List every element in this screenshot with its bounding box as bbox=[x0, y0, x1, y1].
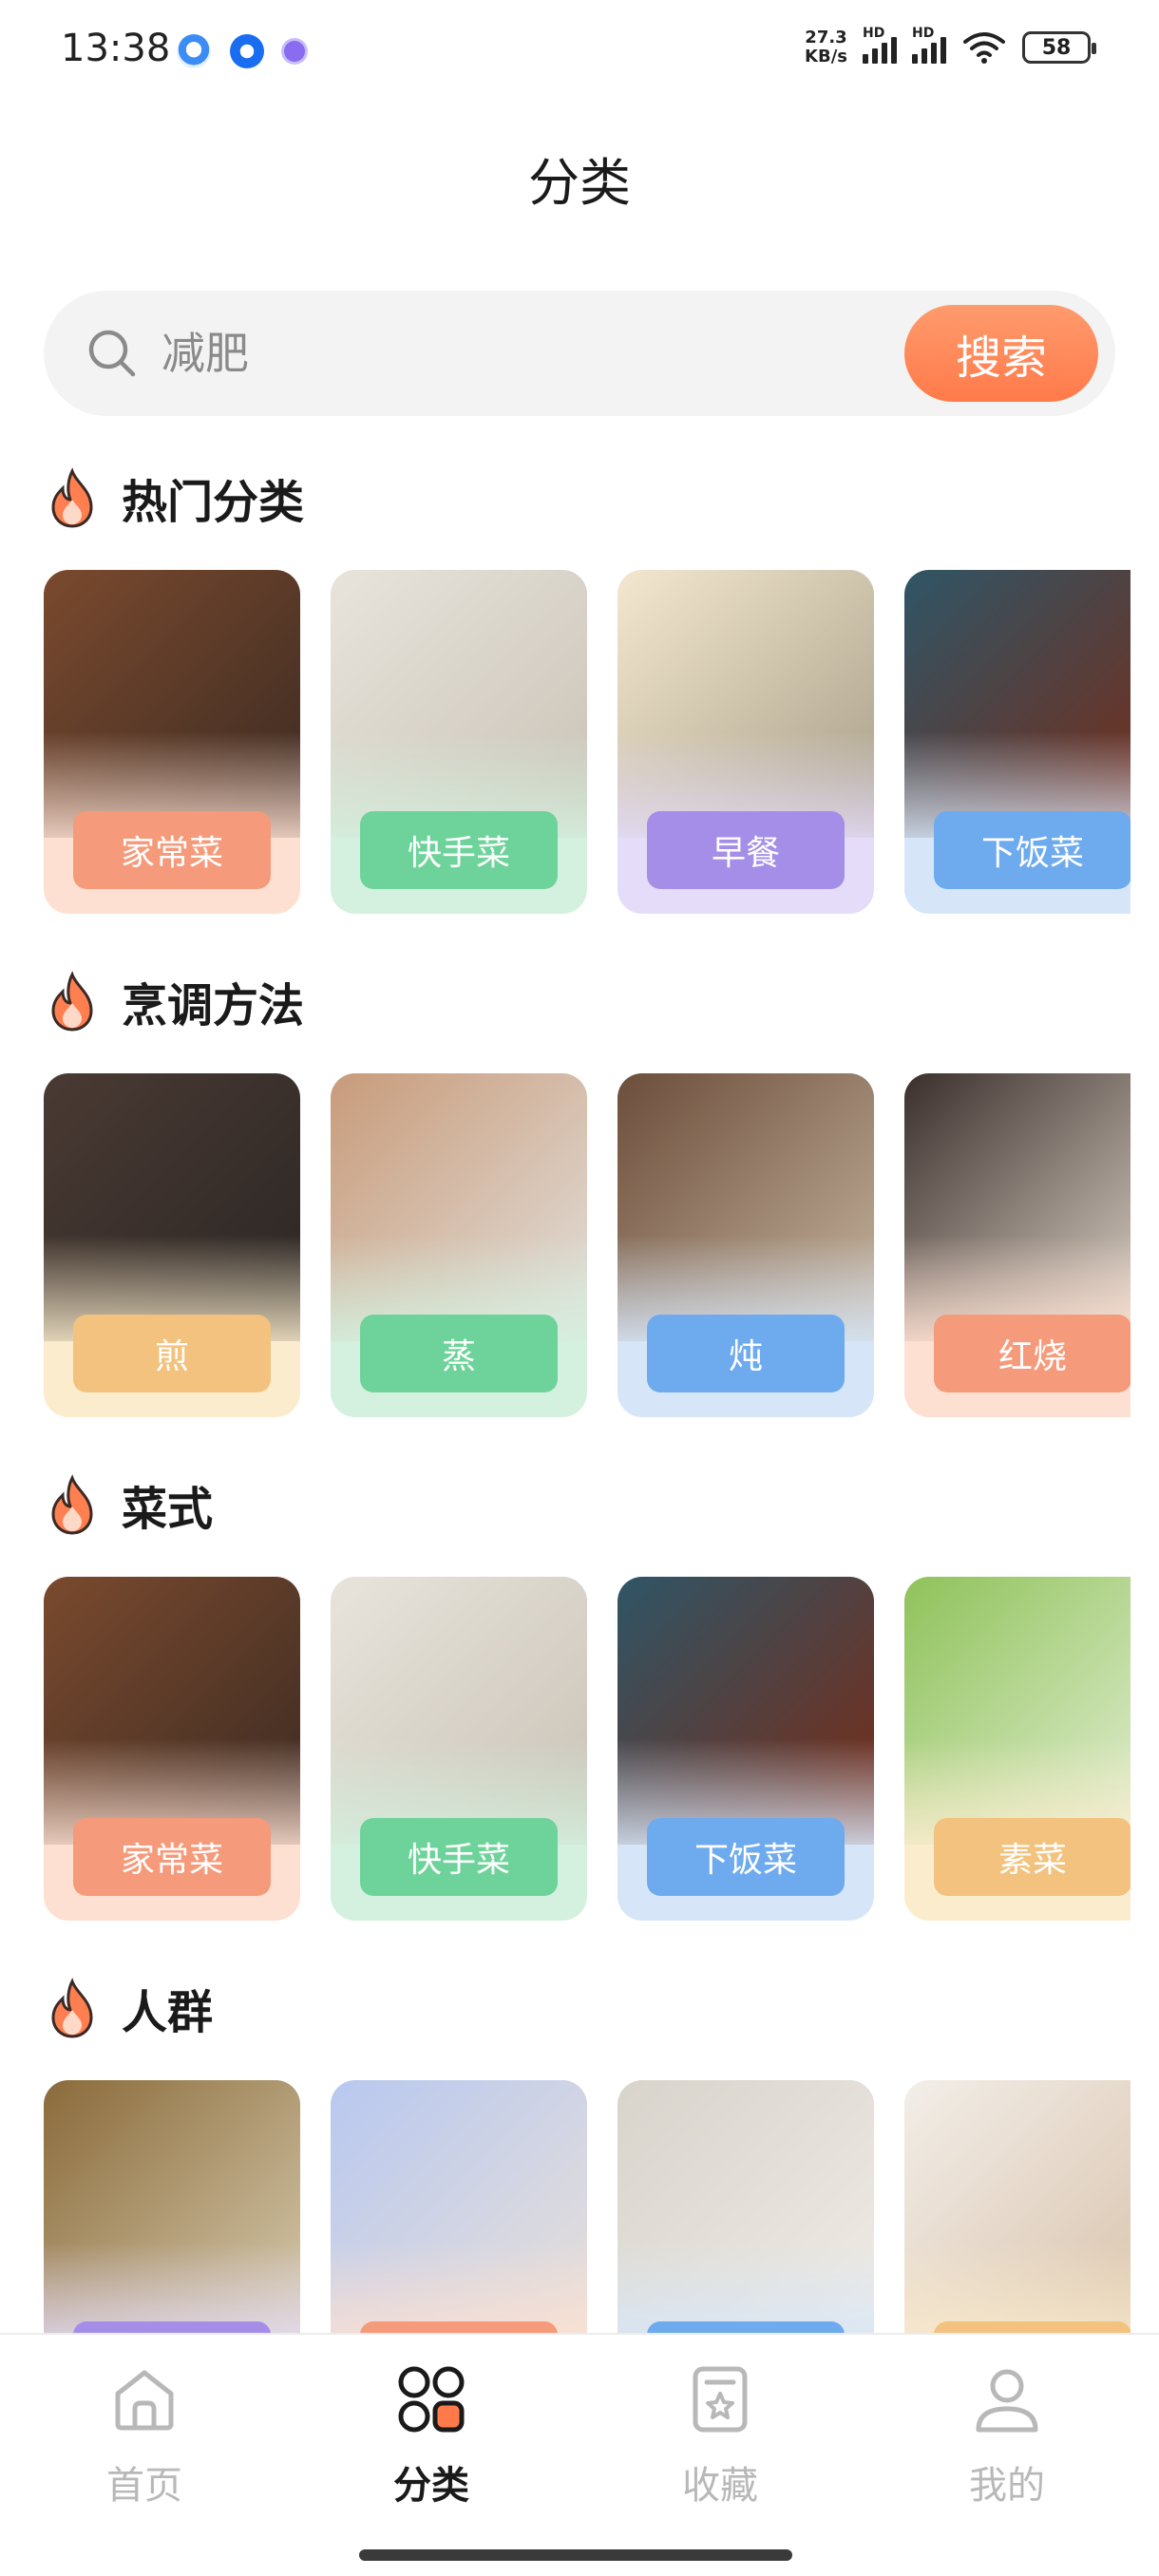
bottom-nav: 首页 分类 收藏 我的 bbox=[0, 2333, 1159, 2576]
fire-icon bbox=[51, 467, 93, 528]
browser-app-icon bbox=[230, 34, 264, 68]
card-label: 素菜 bbox=[934, 1818, 1130, 1896]
network-speed-value: 27.3 bbox=[805, 28, 847, 47]
category-card[interactable]: 炖 bbox=[618, 1073, 874, 1417]
category-card[interactable]: 素菜 bbox=[904, 1577, 1130, 1921]
home-indicator bbox=[359, 2549, 792, 2561]
card-row-dish-style: 家常菜 快手菜 下饭菜 素菜 bbox=[44, 1577, 1130, 1921]
card-row-cooking: 煎 蒸 炖 红烧 bbox=[44, 1073, 1130, 1417]
nav-profile[interactable]: 我的 bbox=[912, 2361, 1102, 2523]
fire-icon bbox=[51, 1978, 93, 2038]
category-card[interactable]: 下饭菜 bbox=[904, 570, 1130, 914]
card-label: 下饭菜 bbox=[934, 811, 1130, 889]
section-title: 烹调方法 bbox=[122, 979, 305, 1032]
message-app-icon bbox=[281, 38, 308, 65]
card-label: 快手菜 bbox=[360, 811, 558, 889]
signal-1-icon: HD bbox=[863, 26, 897, 64]
nav-category[interactable]: 分类 bbox=[336, 2361, 526, 2523]
section-title: 人群 bbox=[122, 1986, 214, 2039]
section-header-dish-style: 菜式 bbox=[44, 1467, 213, 1543]
category-card[interactable]: 快手菜 bbox=[331, 570, 587, 914]
status-indicators: 27.3 KB/s HD HD 58 bbox=[805, 26, 1096, 66]
section-header-people: 人群 bbox=[44, 1970, 213, 2046]
category-card[interactable]: 下饭菜 bbox=[618, 1577, 874, 1921]
favorites-icon bbox=[693, 2366, 748, 2433]
nav-favorites[interactable]: 收藏 bbox=[625, 2361, 815, 2523]
card-row-hot: 家常菜 快手菜 早餐 下饭菜 bbox=[44, 570, 1130, 914]
battery-indicator: 58 bbox=[1022, 31, 1096, 64]
section-header-cooking: 烹调方法 bbox=[44, 963, 304, 1039]
section-header-hot: 热门分类 bbox=[44, 460, 304, 536]
card-label: 下饭菜 bbox=[647, 1818, 845, 1896]
page-title: 分类 bbox=[528, 153, 631, 213]
network-speed-unit: KB/s bbox=[805, 47, 847, 66]
search-icon bbox=[88, 330, 136, 377]
nav-label: 首页 bbox=[106, 2464, 182, 2508]
fire-icon bbox=[51, 1474, 93, 1535]
category-card[interactable]: 煎 bbox=[44, 1073, 300, 1417]
section-title: 菜式 bbox=[122, 1483, 214, 1536]
card-label: 早餐 bbox=[647, 811, 845, 889]
category-card[interactable]: 家常菜 bbox=[44, 570, 300, 914]
cloud-app-icon bbox=[177, 34, 211, 68]
status-bar: 13:38 27.3 KB/s HD HD 58 bbox=[0, 0, 1159, 104]
signal-2-icon: HD bbox=[912, 26, 946, 64]
category-icon bbox=[398, 2366, 465, 2433]
wifi-icon bbox=[963, 32, 1005, 64]
category-card[interactable]: 红烧 bbox=[904, 1073, 1130, 1417]
search-input[interactable] bbox=[162, 321, 826, 386]
nav-label: 分类 bbox=[393, 2464, 469, 2508]
card-label: 蒸 bbox=[360, 1315, 558, 1392]
card-label: 快手菜 bbox=[360, 1818, 558, 1896]
search-bar: 搜索 bbox=[44, 291, 1115, 416]
status-time: 13:38 bbox=[61, 27, 171, 70]
nav-label: 我的 bbox=[969, 2464, 1045, 2508]
card-label: 家常菜 bbox=[73, 811, 271, 889]
hd-label: HD bbox=[863, 26, 885, 41]
category-card[interactable]: 早餐 bbox=[618, 570, 874, 914]
network-speed: 27.3 KB/s bbox=[805, 28, 847, 66]
card-label: 红烧 bbox=[934, 1315, 1130, 1392]
card-label: 煎 bbox=[73, 1315, 271, 1392]
category-card[interactable]: 蒸 bbox=[331, 1073, 587, 1417]
search-button[interactable]: 搜索 bbox=[904, 305, 1098, 402]
home-icon bbox=[115, 2370, 174, 2431]
fire-icon bbox=[51, 971, 93, 1032]
nav-label: 收藏 bbox=[682, 2464, 758, 2508]
category-card[interactable]: 家常菜 bbox=[44, 1577, 300, 1921]
nav-home[interactable]: 首页 bbox=[49, 2361, 239, 2523]
category-card[interactable]: 快手菜 bbox=[331, 1577, 587, 1921]
card-label: 家常菜 bbox=[73, 1818, 271, 1896]
profile-icon bbox=[976, 2369, 1038, 2433]
section-title: 热门分类 bbox=[122, 476, 305, 529]
card-label: 炖 bbox=[647, 1315, 845, 1392]
hd-label: HD bbox=[912, 26, 935, 41]
